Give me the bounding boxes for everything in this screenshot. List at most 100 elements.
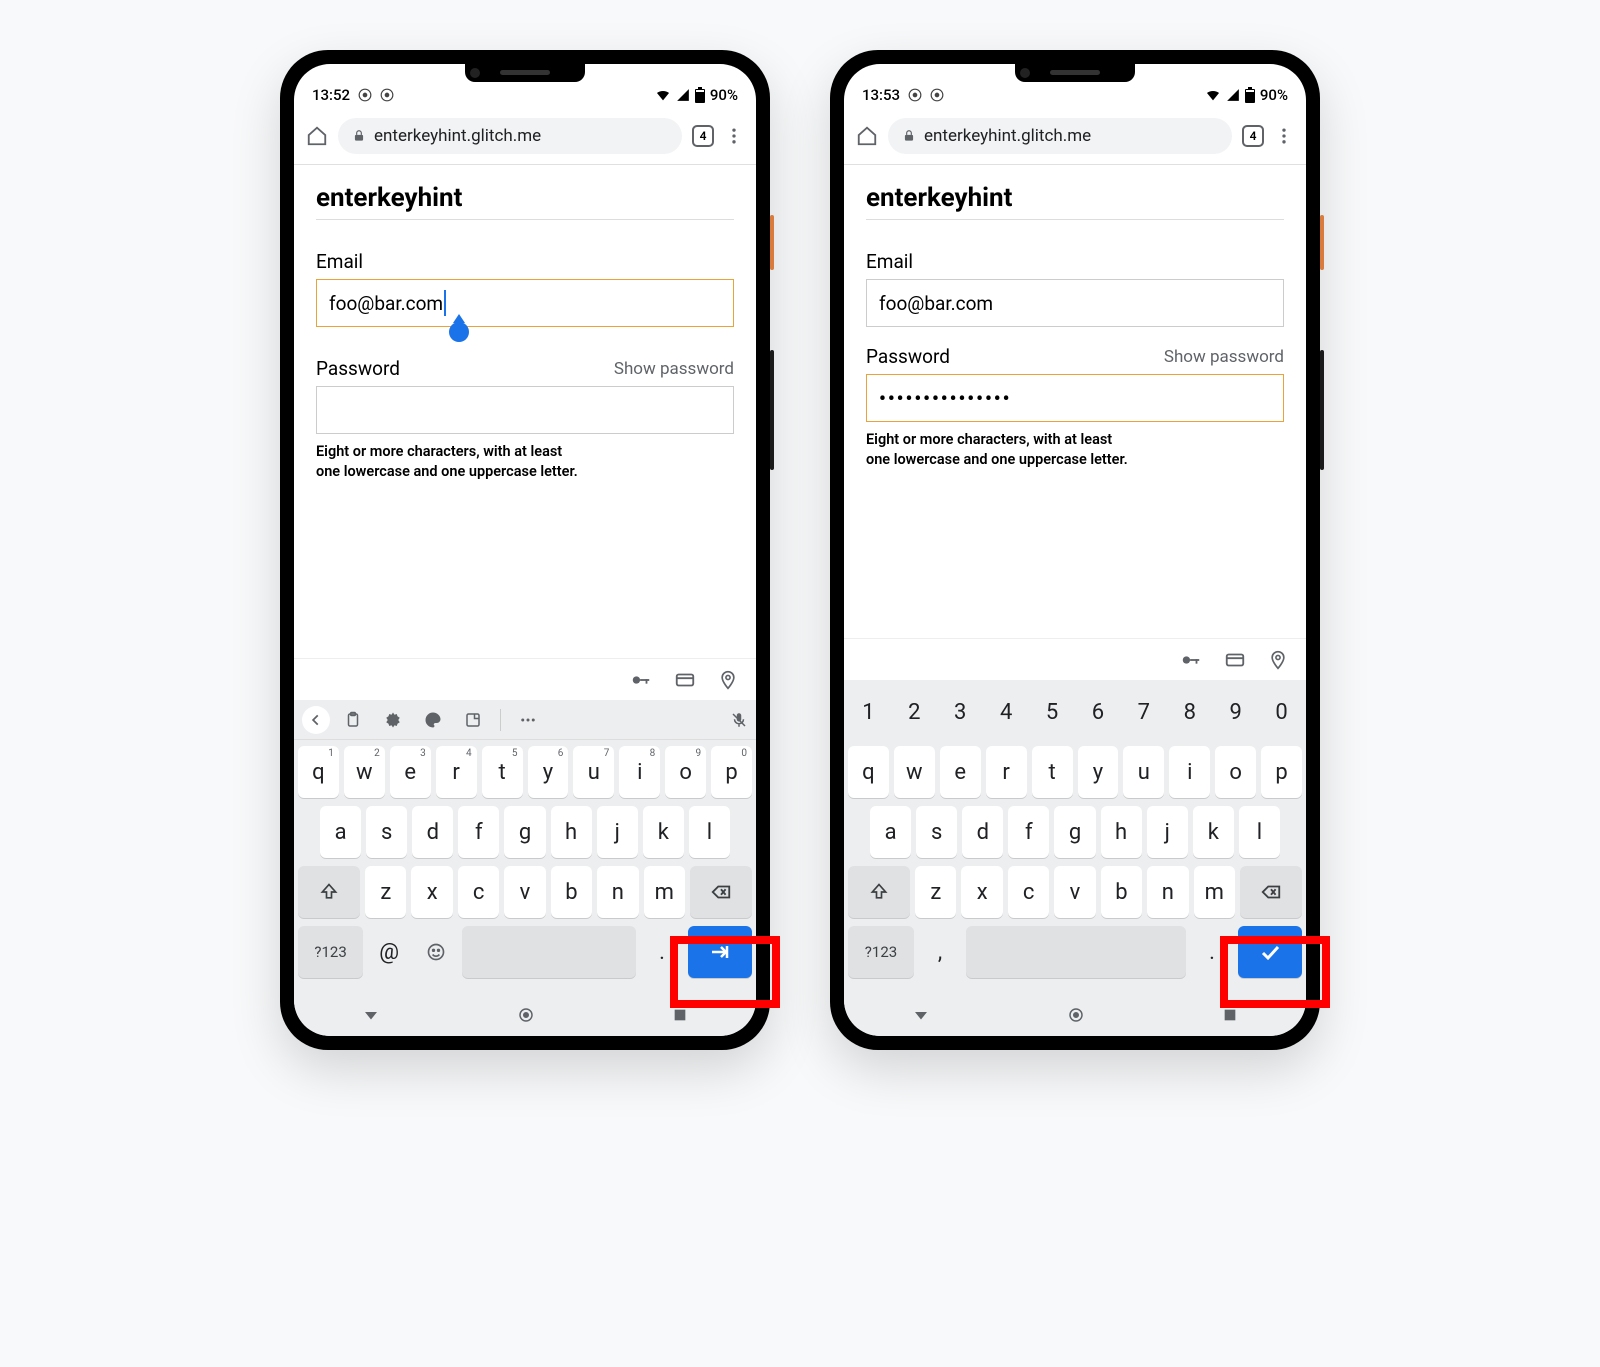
password-field[interactable]	[316, 386, 734, 434]
key-k[interactable]: k	[1193, 806, 1234, 858]
key-e[interactable]: e	[940, 746, 981, 798]
nav-recent-icon[interactable]	[672, 1007, 688, 1023]
key-v[interactable]: v	[1054, 866, 1095, 918]
show-password-toggle[interactable]: Show password	[1164, 347, 1284, 367]
address-bar[interactable]: enterkeyhint.glitch.me	[338, 118, 682, 154]
key-y[interactable]: y	[1078, 746, 1119, 798]
key-g[interactable]: g	[504, 806, 545, 858]
space-key[interactable]	[462, 926, 636, 978]
key-9[interactable]: 9	[1215, 686, 1256, 738]
key-r[interactable]: r4	[436, 746, 477, 798]
key-n[interactable]: n	[597, 866, 638, 918]
symbols-key[interactable]: ?123	[848, 926, 914, 978]
key-x[interactable]: x	[411, 866, 452, 918]
palette-icon[interactable]	[424, 711, 442, 729]
emoji-key[interactable]	[415, 926, 457, 978]
comma-key[interactable]: ,	[919, 926, 961, 978]
symbols-key[interactable]: ?123	[298, 926, 363, 978]
key-2[interactable]: 2	[894, 686, 935, 738]
key-5[interactable]: 5	[1032, 686, 1073, 738]
key-l[interactable]: l	[1239, 806, 1280, 858]
key-j[interactable]: j	[597, 806, 638, 858]
home-icon[interactable]	[856, 125, 878, 147]
key-i[interactable]: i	[1169, 746, 1210, 798]
mic-off-icon[interactable]	[730, 711, 748, 729]
key-m[interactable]: m	[644, 866, 685, 918]
key-s[interactable]: s	[366, 806, 407, 858]
key-8[interactable]: 8	[1169, 686, 1210, 738]
key-6[interactable]: 6	[1078, 686, 1119, 738]
key-h[interactable]: h	[551, 806, 592, 858]
key-0[interactable]: 0	[1261, 686, 1302, 738]
key-g[interactable]: g	[1054, 806, 1095, 858]
key-7[interactable]: 7	[1123, 686, 1164, 738]
key-e[interactable]: e3	[390, 746, 431, 798]
volume-button[interactable]	[1320, 350, 1324, 470]
key-f[interactable]: f	[1008, 806, 1049, 858]
email-field[interactable]: foo@bar.com	[866, 279, 1284, 327]
shift-key[interactable]	[298, 866, 360, 918]
key-u[interactable]: u7	[573, 746, 614, 798]
clipboard-icon[interactable]	[344, 711, 362, 729]
sticker-icon[interactable]	[464, 711, 482, 729]
key-p[interactable]: p	[1261, 746, 1302, 798]
location-icon[interactable]	[718, 670, 738, 690]
period-key[interactable]: .	[641, 926, 683, 978]
nav-home-icon[interactable]	[1067, 1006, 1085, 1024]
home-icon[interactable]	[306, 125, 328, 147]
card-icon[interactable]	[1224, 649, 1246, 671]
key-w[interactable]: w	[894, 746, 935, 798]
enter-done-key[interactable]	[1238, 926, 1302, 978]
password-key-icon[interactable]	[1180, 649, 1202, 671]
menu-icon[interactable]	[724, 126, 744, 146]
key-i[interactable]: i8	[619, 746, 660, 798]
space-key[interactable]	[966, 926, 1186, 978]
key-j[interactable]: j	[1147, 806, 1188, 858]
location-icon[interactable]	[1268, 650, 1288, 670]
key-x[interactable]: x	[961, 866, 1002, 918]
nav-back-icon[interactable]	[912, 1006, 930, 1024]
key-f[interactable]: f	[458, 806, 499, 858]
volume-button[interactable]	[770, 350, 774, 470]
key-n[interactable]: n	[1147, 866, 1188, 918]
tab-switcher[interactable]: 4	[1242, 125, 1264, 147]
tab-switcher[interactable]: 4	[692, 125, 714, 147]
key-v[interactable]: v	[504, 866, 545, 918]
key-k[interactable]: k	[643, 806, 684, 858]
password-key-icon[interactable]	[630, 669, 652, 691]
key-d[interactable]: d	[412, 806, 453, 858]
key-z[interactable]: z	[915, 866, 956, 918]
key-m[interactable]: m	[1194, 866, 1235, 918]
address-bar[interactable]: enterkeyhint.glitch.me	[888, 118, 1232, 154]
at-key[interactable]: @	[368, 926, 410, 978]
key-s[interactable]: s	[916, 806, 957, 858]
key-a[interactable]: a	[320, 806, 361, 858]
key-q[interactable]: q1	[298, 746, 339, 798]
key-b[interactable]: b	[551, 866, 592, 918]
nav-home-icon[interactable]	[517, 1006, 535, 1024]
key-t[interactable]: t5	[482, 746, 523, 798]
card-icon[interactable]	[674, 669, 696, 691]
key-4[interactable]: 4	[986, 686, 1027, 738]
key-b[interactable]: b	[1101, 866, 1142, 918]
key-a[interactable]: a	[870, 806, 911, 858]
password-field[interactable]: •••••••••••••••	[866, 374, 1284, 422]
key-z[interactable]: z	[365, 866, 406, 918]
key-d[interactable]: d	[962, 806, 1003, 858]
nav-recent-icon[interactable]	[1222, 1007, 1238, 1023]
key-c[interactable]: c	[1008, 866, 1049, 918]
shift-key[interactable]	[848, 866, 910, 918]
more-icon[interactable]	[519, 711, 537, 729]
key-y[interactable]: y6	[528, 746, 569, 798]
power-button[interactable]	[770, 215, 774, 270]
key-o[interactable]: o	[1215, 746, 1256, 798]
key-l[interactable]: l	[689, 806, 730, 858]
key-r[interactable]: r	[986, 746, 1027, 798]
backspace-key[interactable]	[1240, 866, 1302, 918]
backspace-key[interactable]	[690, 866, 752, 918]
key-q[interactable]: q	[848, 746, 889, 798]
key-c[interactable]: c	[458, 866, 499, 918]
menu-icon[interactable]	[1274, 126, 1294, 146]
show-password-toggle[interactable]: Show password	[614, 359, 734, 379]
key-w[interactable]: w2	[344, 746, 385, 798]
